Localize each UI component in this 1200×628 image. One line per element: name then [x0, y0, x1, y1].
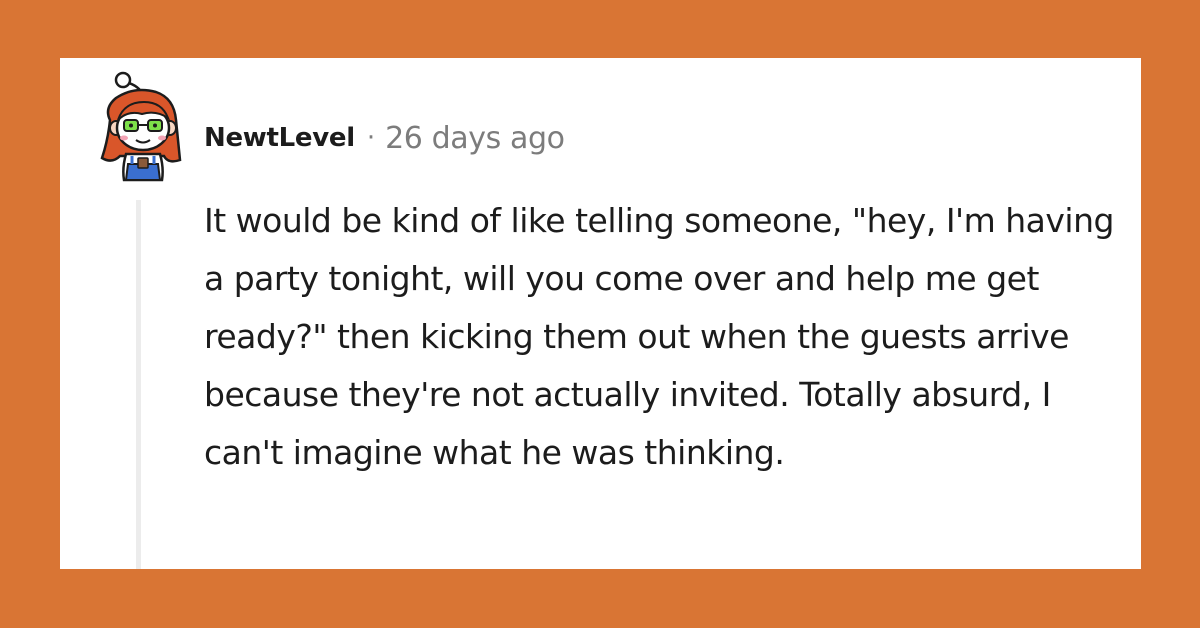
snoo-avatar-icon — [100, 71, 182, 182]
comment-header: NewtLevel · 26 days ago — [204, 118, 565, 158]
user-avatar[interactable] — [94, 68, 190, 184]
comment-timestamp[interactable]: 26 days ago — [385, 121, 565, 156]
username-link[interactable]: NewtLevel — [204, 123, 355, 153]
comment-card: NewtLevel · 26 days ago It would be kind… — [60, 58, 1141, 569]
comment-body: It would be kind of like telling someone… — [204, 201, 1114, 472]
meta-separator: · — [366, 123, 376, 153]
thread-collapse-line[interactable] — [136, 200, 141, 569]
